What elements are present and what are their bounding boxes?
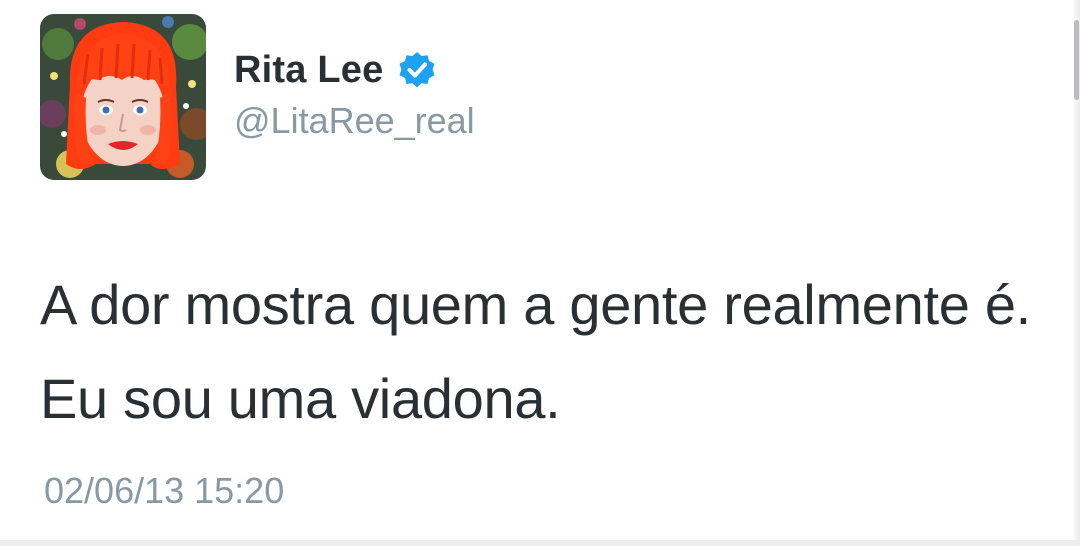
tweet-text: A dor mostra quem a gente realmente é. E…	[40, 273, 1031, 430]
scrollbar[interactable]	[1072, 0, 1080, 546]
card-bottom-border	[0, 540, 1080, 546]
author-name-row: Rita Lee	[234, 46, 437, 94]
scrollbar-thumb[interactable]	[1074, 20, 1079, 100]
avatar-illustration	[40, 14, 206, 180]
author-handle[interactable]: @LitaRee_real	[234, 100, 475, 142]
author-display-name[interactable]: Rita Lee	[234, 49, 383, 92]
avatar[interactable]	[40, 14, 206, 180]
tweet-timestamp[interactable]: 02/06/13 15:20	[44, 470, 284, 512]
tweet-card: Rita Lee @LitaRee_real A dor mostra quem…	[0, 0, 1080, 546]
verified-badge-icon	[399, 52, 435, 88]
